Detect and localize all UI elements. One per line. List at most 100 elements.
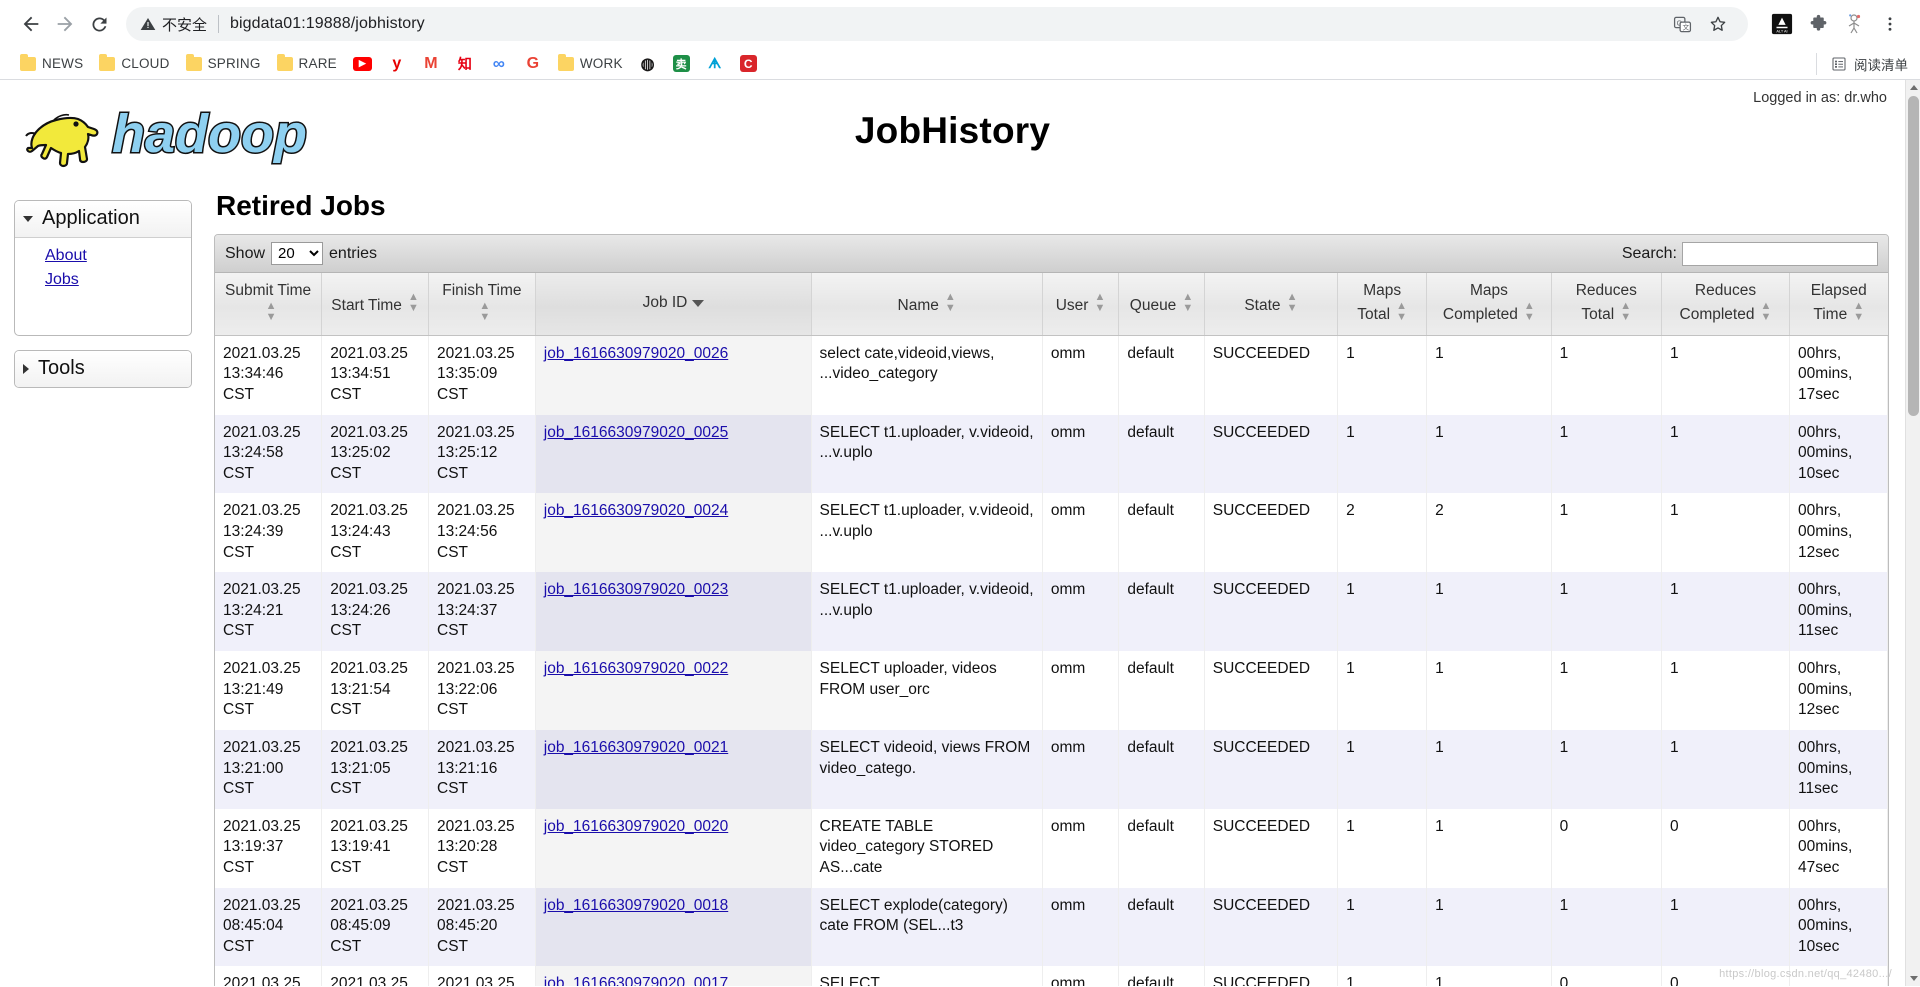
job-id-link[interactable]: job_1616630979020_0023 <box>544 581 728 598</box>
column-header-job-id[interactable]: Job ID <box>535 273 812 336</box>
column-header-reduces-completed[interactable]: Reduces Completed ▲ ▼ <box>1661 273 1791 336</box>
scroll-down-button[interactable] <box>1906 971 1920 986</box>
bookmark-item-bilibili[interactable]: ᗗ <box>698 51 732 77</box>
bookmark-item-gmail[interactable]: M <box>414 51 448 77</box>
column-header-finish-time[interactable]: Finish Time ▲ ▼ <box>428 273 536 336</box>
column-header-user[interactable]: User ▲ ▼ <box>1042 273 1120 336</box>
job-id-link[interactable]: job_1616630979020_0017 <box>544 975 728 986</box>
table-row[interactable]: 2021.03.25 08:45:04 CST 2021.03.25 08:45:… <box>215 887 1888 967</box>
sidebar-header-tools[interactable]: Tools <box>15 351 191 388</box>
table-row[interactable]: 2021.03.25 13:21:00 CST 2021.03.25 13:21:… <box>215 729 1888 809</box>
security-chip[interactable]: 不安全 <box>140 14 207 35</box>
job-id-link[interactable]: job_1616630979020_0018 <box>544 897 728 914</box>
folder-icon <box>185 53 202 71</box>
cell-maps-completed: 1 <box>1426 651 1552 730</box>
cell-reduces-completed: 1 <box>1661 572 1791 652</box>
bookmark-item[interactable]: WORK <box>550 51 631 77</box>
chevron-down-icon <box>1909 976 1918 981</box>
table-row[interactable]: 2021.03.25 2021.03.25 2021.03.25 job_161663… <box>215 966 1888 986</box>
bookmark-item[interactable]: SPRING <box>178 51 269 77</box>
column-header-maps-total[interactable]: Maps Total ▲ ▼ <box>1337 273 1428 336</box>
cell-user: omm <box>1042 966 1120 986</box>
reload-button[interactable] <box>82 7 116 41</box>
cell-elapsed-time: 00hrs, 00mins, 12sec <box>1789 651 1888 730</box>
job-id-link[interactable]: job_1616630979020_0026 <box>544 345 728 362</box>
back-button[interactable] <box>14 7 48 41</box>
job-id-link[interactable]: job_1616630979020_0024 <box>544 502 728 519</box>
cell-name: SELECT t1.uploader, v.videoid, ...v.uplo <box>811 493 1043 573</box>
column-header-elapsed-time[interactable]: Elapsed Time ▲ ▼ <box>1789 273 1888 336</box>
cell-state: SUCCEEDED <box>1204 572 1339 652</box>
column-header-start-time[interactable]: Start Time ▲ ▼ <box>321 273 429 336</box>
bookmark-item-infinity[interactable]: ∞ <box>482 51 516 77</box>
cell-start-time: 2021.03.25 13:34:51 CST <box>321 335 429 415</box>
column-header-state[interactable]: State ▲ ▼ <box>1204 273 1339 336</box>
table-row[interactable]: 2021.03.25 13:34:46 CST 2021.03.25 13:34:… <box>215 335 1888 415</box>
bookmark-item-google[interactable]: G <box>516 51 550 77</box>
bookmark-item-ytb[interactable]: y <box>380 51 414 77</box>
scrollbar-thumb[interactable] <box>1908 96 1919 416</box>
job-id-link[interactable]: job_1616630979020_0020 <box>544 818 728 835</box>
bookmark-item-zhihu[interactable]: 知 <box>448 51 482 77</box>
scroll-up-button[interactable] <box>1906 80 1920 95</box>
more-menu-icon[interactable] <box>1874 8 1906 40</box>
job-id-link[interactable]: job_1616630979020_0021 <box>544 739 728 756</box>
job-id-link[interactable]: job_1616630979020_0025 <box>544 424 728 441</box>
cell-finish-time: 2021.03.25 13:24:37 CST <box>428 572 536 652</box>
url-text[interactable]: bigdata01:19888/jobhistory <box>230 15 425 33</box>
bookmark-item-cart[interactable]: 卖 <box>665 51 698 77</box>
table-row[interactable]: 2021.03.25 13:21:49 CST 2021.03.25 13:21:… <box>215 651 1888 730</box>
bookmark-item[interactable]: NEWS <box>12 51 91 77</box>
puzzle-piece-icon[interactable] <box>1802 8 1834 40</box>
table-row[interactable]: 2021.03.25 13:24:21 CST 2021.03.25 13:24:… <box>215 572 1888 652</box>
sort-toggle-icon: ▲ ▼ <box>1620 300 1632 324</box>
cell-submit-time: 2021.03.25 13:24:21 CST <box>215 572 323 652</box>
cell-queue: default <box>1118 651 1205 730</box>
sidebar-header-application[interactable]: Application <box>15 201 191 238</box>
search-input[interactable] <box>1682 241 1878 266</box>
bookmark-item[interactable]: RARE <box>269 51 345 77</box>
sidebar-link-jobs[interactable]: Jobs <box>15 268 191 292</box>
column-header-maps-completed[interactable]: Maps Completed ▲ ▼ <box>1426 273 1552 336</box>
cell-state: SUCCEEDED <box>1204 651 1339 730</box>
extension-alt-icon[interactable]: ALT AI <box>1766 8 1798 40</box>
column-header-queue[interactable]: Queue ▲ ▼ <box>1118 273 1205 336</box>
star-icon[interactable] <box>1702 8 1734 40</box>
section-title: Retired Jobs <box>216 190 386 221</box>
cell-start-time: 2021.03.25 13:21:54 CST <box>321 651 429 730</box>
cell-reduces-completed: 1 <box>1661 887 1791 967</box>
cell-finish-time: 2021.03.25 13:21:16 CST <box>428 729 536 809</box>
browser-toolbar: 不安全 bigdata01:19888/jobhistory G 文 ALT A… <box>0 0 1920 48</box>
cell-reduces-total: 1 <box>1551 729 1662 809</box>
sort-toggle-icon: ▲ ▼ <box>944 290 956 314</box>
cell-maps-total: 1 <box>1337 572 1428 652</box>
gmail-icon: M <box>424 54 438 72</box>
cell-state: SUCCEEDED <box>1204 966 1339 986</box>
sidebar-link-about[interactable]: About <box>15 244 191 268</box>
reading-list-icon <box>1832 56 1846 71</box>
address-bar[interactable]: 不安全 bigdata01:19888/jobhistory G 文 <box>126 7 1748 41</box>
sidebar-header-label: Tools <box>38 357 85 380</box>
page-scrollbar[interactable] <box>1905 80 1920 986</box>
table-row[interactable]: 2021.03.25 13:24:58 CST 2021.03.25 13:25:… <box>215 414 1888 494</box>
bookmark-item-github[interactable]: ◍ <box>631 51 665 77</box>
bookmark-item-csdn[interactable]: C <box>732 51 765 77</box>
cell-elapsed-time: 00hrs, 00mins, 11sec <box>1789 572 1888 652</box>
entries-select[interactable]: 20406080100 <box>271 242 324 265</box>
bookmark-item[interactable]: CLOUD <box>91 51 177 77</box>
column-header-name[interactable]: Name ▲ ▼ <box>811 273 1043 336</box>
job-id-link[interactable]: job_1616630979020_0022 <box>544 660 728 677</box>
profile-avatar-icon[interactable] <box>1838 8 1870 40</box>
bookmark-item-youtube[interactable]: ▶ <box>345 51 380 77</box>
translate-icon[interactable]: G 文 <box>1666 8 1698 40</box>
sidebar-block-tools: Tools <box>14 350 192 389</box>
table-row[interactable]: 2021.03.25 13:24:39 CST 2021.03.25 13:24:… <box>215 493 1888 573</box>
bookmark-label: WORK <box>579 56 623 71</box>
forward-button[interactable] <box>48 7 82 41</box>
cell-reduces-completed: 1 <box>1661 493 1791 573</box>
column-header-submit-time[interactable]: Submit Time ▲ ▼ <box>215 273 323 336</box>
table-row[interactable]: 2021.03.25 13:19:37 CST 2021.03.25 13:19:… <box>215 808 1888 888</box>
column-header-reduces-total[interactable]: Reduces Total ▲ ▼ <box>1551 273 1662 336</box>
reading-list-button[interactable]: 阅读清单 <box>1816 52 1908 75</box>
cell-start-time: 2021.03.25 13:25:02 CST <box>321 414 429 494</box>
